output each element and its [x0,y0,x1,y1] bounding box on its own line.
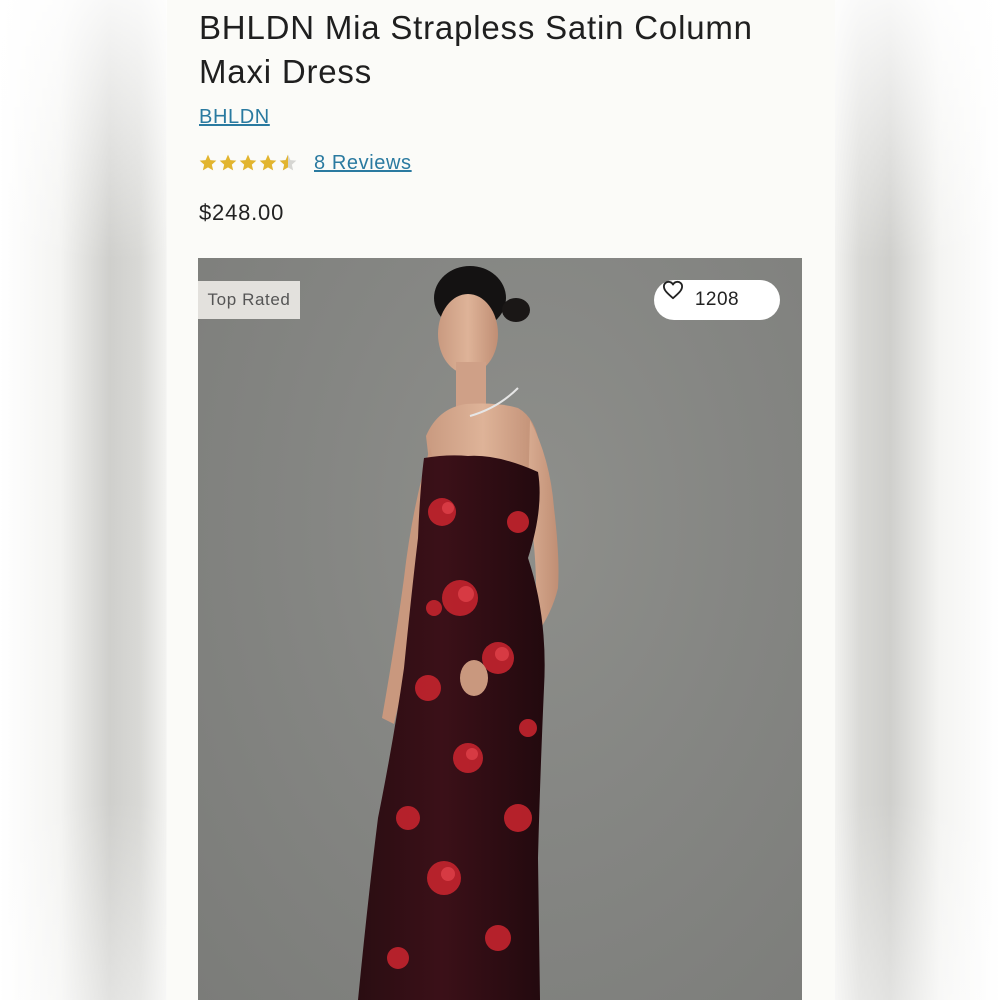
favorites-count: 1208 [694,289,740,310]
brand-link[interactable]: BHLDN [199,106,270,129]
rating-row: 8 Reviews [198,150,412,176]
reviews-link[interactable]: 8 Reviews [314,152,412,175]
product-title: BHLDN Mia Strapless Satin Column Maxi Dr… [199,9,753,90]
star-rating[interactable] [198,153,298,173]
star-icon [199,154,217,171]
model-photo [358,266,559,1000]
product-price: $248.00 [199,200,285,225]
heart-outline-icon [663,280,683,300]
star-icon [239,154,257,171]
favorite-button[interactable]: 1208 [654,280,780,320]
half-star-icon [279,154,297,171]
product-image[interactable]: Top Rated 1208 [198,258,802,1000]
star-icon [259,154,277,171]
star-icon [219,154,237,171]
product-page: BHLDN Mia Strapless Satin Column Maxi Dr… [167,0,835,1000]
top-rated-badge: Top Rated [198,281,300,319]
